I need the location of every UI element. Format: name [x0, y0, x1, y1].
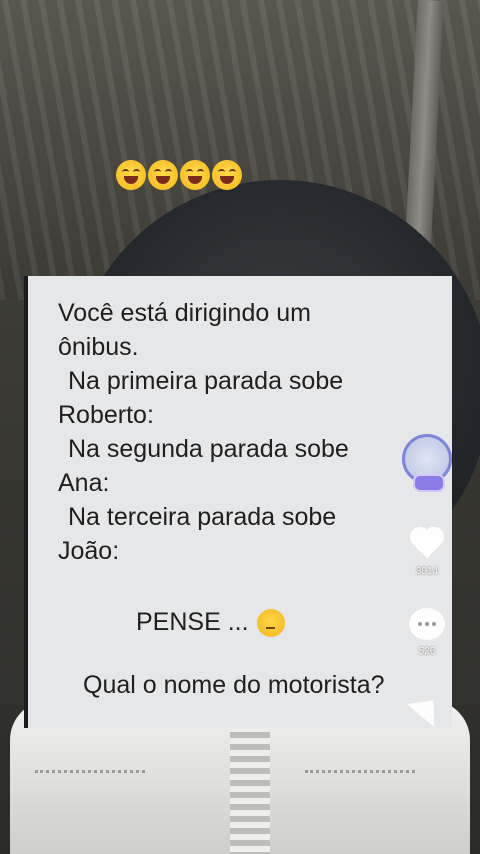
stitch-left: [35, 770, 145, 777]
thinking-face-icon: [256, 608, 285, 637]
emoji-overlay: [116, 160, 242, 192]
like-count: 3014: [415, 566, 439, 577]
shoe-lace: [230, 720, 270, 854]
laughing-emoji-icon: [148, 160, 178, 190]
pense-row: PENSE ...: [58, 608, 422, 637]
comment-button[interactable]: 526: [407, 608, 447, 657]
comment-icon: [409, 608, 445, 640]
question: Qual o nome do motorista?: [83, 671, 385, 699]
riddle-text: Você está dirigindo um ônibus. Na primei…: [58, 296, 422, 568]
riddle-line: Ana:: [58, 469, 110, 497]
pense-label: PENSE ...: [136, 608, 249, 636]
riddle-line: Roberto:: [58, 401, 154, 429]
comment-count: 526: [418, 646, 436, 657]
like-button[interactable]: 3014: [407, 528, 447, 577]
riddle-line: Na segunda parada sobe: [68, 435, 349, 463]
riddle-line: Você está dirigindo um: [58, 299, 311, 327]
riddle-line: Na terceira parada sobe: [68, 503, 337, 531]
share-button[interactable]: [406, 688, 448, 728]
riddle-line: ônibus.: [58, 333, 139, 361]
avatar-badge-icon: [413, 474, 445, 492]
riddle-card: Você está dirigindo um ônibus. Na primei…: [24, 276, 452, 728]
laughing-emoji-icon: [116, 160, 146, 190]
laughing-emoji-icon: [180, 160, 210, 190]
stitch-right: [305, 770, 415, 777]
riddle-line: Na primeira parada sobe: [68, 367, 344, 395]
laughing-emoji-icon: [212, 160, 242, 190]
heart-icon: [409, 528, 445, 560]
riddle-line: João:: [58, 537, 120, 565]
